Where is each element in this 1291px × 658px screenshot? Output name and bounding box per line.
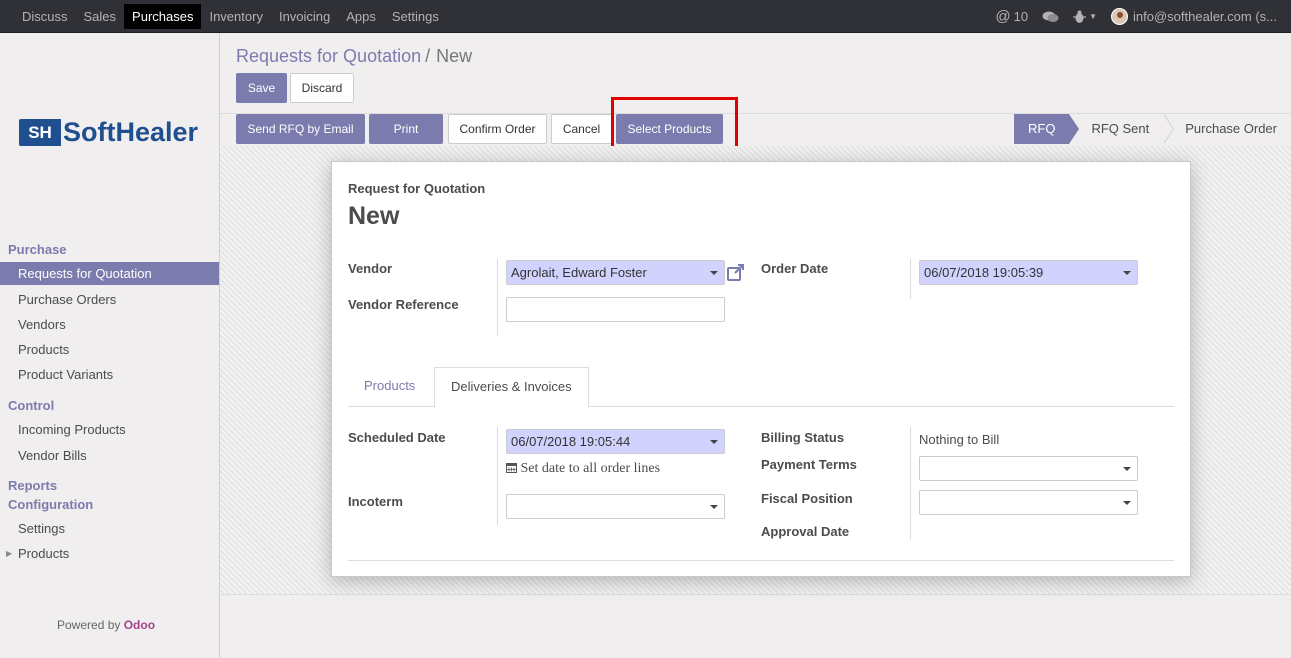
fiscal-position-select[interactable] (919, 490, 1138, 515)
vendor-reference-input[interactable] (506, 297, 725, 322)
incoterm-label: Incoterm (348, 494, 403, 509)
breadcrumb: Requests for Quotation / New (236, 46, 472, 67)
content-footer (220, 594, 1291, 658)
mentions-button[interactable]: @ 10 (995, 8, 1028, 25)
tab-products[interactable]: Products (348, 367, 431, 407)
chevron-down-icon: ▼ (1089, 12, 1098, 21)
sidebar-item-incoming-products[interactable]: Incoming Products (0, 418, 219, 441)
menu-sales[interactable]: Sales (76, 4, 125, 29)
cancel-button[interactable]: Cancel (551, 114, 612, 144)
top-navbar: Discuss Sales Purchases Inventory Invoic… (0, 0, 1291, 33)
stage-rfq-sent[interactable]: RFQ Sent (1069, 114, 1175, 144)
external-link-icon[interactable] (727, 264, 745, 281)
vendor-label: Vendor (348, 261, 393, 276)
billing-status-value: Nothing to Bill (919, 432, 1000, 447)
menu-discuss[interactable]: Discuss (14, 4, 76, 29)
group-divider (910, 427, 911, 540)
tab-deliveries-invoices[interactable]: Deliveries & Invoices (434, 367, 589, 408)
sidebar-item-products[interactable]: Products (0, 338, 219, 361)
order-date-field[interactable]: 06/07/2018 19:05:39 (919, 260, 1138, 285)
user-email: info@softhealer.com (s... (1133, 9, 1277, 24)
chat-icon (1042, 11, 1059, 22)
form-title: New (348, 202, 400, 230)
app-menu: Discuss Sales Purchases Inventory Invoic… (14, 0, 447, 33)
logo-mark: SH (19, 119, 61, 146)
confirm-order-button[interactable]: Confirm Order (448, 114, 547, 144)
powered-brand-link[interactable]: Odoo (124, 618, 155, 632)
user-menu[interactable]: info@softhealer.com (s... (1111, 8, 1277, 25)
sidebar-item-product-variants[interactable]: Product Variants (0, 363, 219, 386)
order-date-label: Order Date (761, 261, 829, 276)
vendor-reference-label: Vendor Reference (348, 297, 459, 312)
sidebar-item-purchase-orders[interactable]: Purchase Orders (0, 288, 219, 311)
vendor-select[interactable]: Agrolait, Edward Foster (506, 260, 725, 285)
sidebar-item-settings[interactable]: Settings (0, 517, 219, 540)
sidebar-item-vendors[interactable]: Vendors (0, 313, 219, 336)
form-sheet: Request for Quotation New Vendor Vendor … (331, 161, 1191, 577)
notebook-tabs: Products Deliveries & Invoices (348, 367, 1174, 408)
sidebar-group-control[interactable]: Control (8, 398, 54, 413)
status-stages: RFQ RFQ Sent Purchase Order (1013, 114, 1291, 144)
menu-inventory[interactable]: Inventory (201, 4, 270, 29)
sidebar-group-reports[interactable]: Reports (8, 478, 57, 493)
set-date-label: Set date to all order lines (520, 461, 661, 476)
sidebar-group-configuration[interactable]: Configuration (8, 497, 93, 512)
breadcrumb-current: New (436, 46, 473, 66)
payment-terms-label: Payment Terms (761, 457, 857, 472)
bug-icon (1073, 10, 1087, 23)
debug-button[interactable]: ▼ (1073, 10, 1097, 24)
print-rfq-button[interactable]: Print RFQ (369, 114, 443, 164)
menu-invoicing[interactable]: Invoicing (271, 4, 338, 29)
group-divider (497, 427, 498, 525)
logo-text: SoftHealer (63, 117, 199, 147)
set-date-all-lines-button[interactable]: Set date to all order lines (506, 461, 660, 477)
discard-button[interactable]: Discard (290, 73, 354, 103)
fiscal-position-label: Fiscal Position (761, 491, 853, 506)
form-subtitle: Request for Quotation (348, 181, 486, 196)
form-separator (348, 560, 1174, 561)
powered-prefix: Powered by (57, 618, 121, 632)
send-rfq-email-button[interactable]: Send RFQ by Email (236, 114, 365, 144)
chat-button[interactable] (1042, 10, 1059, 24)
stage-rfq[interactable]: RFQ (1013, 114, 1080, 144)
menu-apps[interactable]: Apps (338, 4, 384, 29)
sidebar-group-purchase[interactable]: Purchase (8, 242, 67, 257)
mentions-count: 10 (1013, 9, 1029, 24)
incoterm-select[interactable] (506, 494, 725, 519)
approval-date-label: Approval Date (761, 524, 850, 539)
breadcrumb-separator: / (425, 46, 431, 66)
sidebar-item-rfq[interactable]: Requests for Quotation (0, 262, 219, 285)
at-icon: @ (995, 8, 1011, 25)
menu-settings[interactable]: Settings (384, 4, 447, 29)
stage-purchase-order[interactable]: Purchase Order (1163, 114, 1291, 144)
sidebar-item-config-products[interactable]: Products (0, 542, 219, 565)
company-logo: SH SoftHealer (19, 117, 198, 148)
calendar-icon (506, 463, 517, 473)
sidebar-item-vendor-bills[interactable]: Vendor Bills (0, 444, 219, 467)
breadcrumb-parent-link[interactable]: Requests for Quotation (236, 46, 421, 66)
scheduled-date-label: Scheduled Date (348, 430, 446, 445)
sidebar: SH SoftHealer Purchase Requests for Quot… (0, 33, 220, 658)
save-button[interactable]: Save (236, 73, 287, 103)
systray: @ 10 ▼ info@softhealer.com (s... (995, 0, 1291, 33)
avatar (1111, 8, 1129, 25)
powered-by: Powered by Odoo (57, 618, 155, 632)
group-divider (497, 259, 498, 336)
menu-purchases[interactable]: Purchases (124, 4, 202, 29)
payment-terms-select[interactable] (919, 456, 1138, 481)
scheduled-date-field[interactable]: 06/07/2018 19:05:44 (506, 429, 725, 454)
group-divider (910, 259, 911, 299)
billing-status-label: Billing Status (761, 430, 845, 445)
